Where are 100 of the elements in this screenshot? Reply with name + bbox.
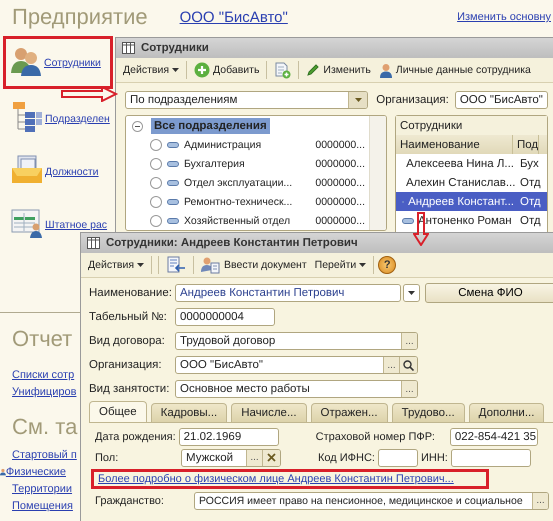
change-link[interactable]: Изменить основну (457, 11, 551, 23)
tab[interactable]: Дополни... (468, 403, 544, 422)
help-button[interactable]: ? (378, 256, 396, 274)
input-field[interactable] (378, 448, 418, 466)
tree-item[interactable]: Администрация (184, 139, 310, 152)
choose-button[interactable]: ... (383, 357, 399, 373)
tab[interactable]: Отражен... (310, 403, 388, 422)
scrollbar[interactable] (369, 116, 386, 230)
dropdown-button[interactable] (403, 284, 420, 302)
input-field[interactable]: Андреев Константин Петрович (175, 284, 402, 302)
caret-icon (137, 263, 144, 267)
spreadsheet-icon (11, 207, 43, 239)
input-field[interactable]: 21.02.1969 (178, 428, 279, 446)
clear-icon[interactable] (262, 450, 280, 466)
caret-icon (408, 291, 416, 295)
input-field[interactable]: РОССИЯ имеет право на пенсионное, медицинское и социальное ... (194, 492, 549, 510)
sidebar-link[interactable]: Физические (6, 466, 66, 478)
list-row[interactable]: Алексеева Нина Л... Бух (396, 154, 547, 173)
choose-button[interactable]: ... (401, 381, 417, 397)
menu-button[interactable]: Действия (120, 62, 182, 78)
caret-icon (359, 263, 366, 267)
sidebar-link[interactable]: Стартовый п (12, 448, 77, 460)
pencil-icon (306, 63, 320, 77)
radio-icon (150, 158, 162, 170)
input-field[interactable]: Основное место работы ... (175, 380, 418, 398)
list-title: Сотрудники (396, 116, 547, 135)
field-label: Вид занятости: (89, 383, 170, 395)
section-title: См. та (12, 414, 78, 440)
list-row[interactable]: Алехин Станислав... Отд (396, 173, 547, 192)
column-header[interactable]: Наименование (396, 135, 513, 154)
tab[interactable]: Общее (89, 401, 147, 422)
list-row[interactable]: Андреев Констант... Отд (396, 192, 547, 211)
toolbar-button[interactable]: Добавить (191, 60, 262, 80)
field-label: Код ИФНС: (318, 452, 375, 464)
table-cell: Алехин Станислав... (406, 176, 516, 188)
input-field[interactable]: Мужской ... (181, 448, 281, 466)
tree-code: 0000000... (315, 196, 365, 208)
menu-button[interactable]: Действия (85, 257, 148, 273)
rename-button[interactable]: Смена ФИО (424, 283, 553, 303)
element-icon (167, 161, 179, 168)
input-field[interactable]: ООО "БисАвто" (454, 91, 548, 109)
table-cell: Алексеева Нина Л... (406, 158, 514, 170)
sidebar-link[interactable]: Сотрудники (44, 56, 101, 68)
toolbar-button[interactable]: Ввести документ (198, 254, 310, 276)
document-plus-icon (274, 62, 292, 78)
app-title: Предприятие (12, 4, 148, 30)
organization-link[interactable]: ООО "БисАвто" (180, 8, 288, 26)
tree-item[interactable]: Ремонтно-техническ... (184, 196, 310, 208)
input-field[interactable]: Трудовой договор ... (175, 332, 418, 350)
radio-icon (150, 196, 162, 208)
sidebar-link[interactable]: Подразделен (45, 112, 110, 124)
sidebar-link[interactable]: Унифициров (12, 386, 76, 398)
tree-code: 0000000... (315, 214, 365, 227)
collapse-icon[interactable] (132, 120, 143, 132)
search-icon[interactable] (399, 357, 417, 373)
window-title: Сотрудники (141, 42, 209, 54)
table-icon (87, 237, 100, 249)
details-link[interactable]: Более подробно о физическом лице Андреев Константин Петрович... (98, 473, 454, 485)
table-cell: Бух (520, 158, 539, 170)
field-label: Организация: (376, 94, 449, 106)
sidebar-link[interactable]: Списки сотр (12, 368, 74, 380)
choose-button[interactable]: ... (532, 492, 548, 508)
table-cell: Отд (520, 176, 541, 188)
field-label: ИНН: (420, 452, 448, 464)
table-cell: Андреев Констант... (408, 196, 514, 208)
table-icon (122, 42, 135, 54)
radio-icon (150, 139, 162, 152)
element-icon (167, 198, 179, 205)
input-field[interactable]: 022-854-421 35 (450, 428, 538, 446)
field-label: Организация: (89, 359, 163, 371)
tree-code: 0000000... (315, 139, 365, 152)
tree-code: 0000000... (315, 158, 365, 170)
column-header[interactable]: Под (513, 135, 540, 154)
sidebar-link[interactable]: Штатное рас (45, 218, 108, 230)
tree-item[interactable]: Отдел эксплуатации... (184, 176, 310, 189)
view-dropdown[interactable]: По подразделениям (125, 91, 368, 109)
element-icon (167, 218, 179, 224)
card-tray-icon (11, 154, 43, 186)
sidebar-link[interactable]: Должности (45, 166, 99, 178)
input-field[interactable]: 0000000004 (175, 308, 275, 326)
menu-button[interactable]: Перейти (312, 257, 370, 273)
tree-item[interactable]: Все подразделения (151, 118, 270, 134)
tab[interactable]: Трудово... (392, 403, 465, 422)
toolbar-button[interactable]: Личные данные сотрудника (376, 60, 534, 80)
input-field[interactable] (450, 448, 531, 466)
input-field[interactable]: ООО "БисАвто" ... (175, 356, 418, 374)
choose-button[interactable]: ... (246, 450, 262, 466)
sidebar-link[interactable]: Территории (12, 482, 72, 494)
caret-icon (354, 98, 362, 102)
tree-item[interactable]: Бухгалтерия (184, 158, 310, 170)
tree-code: 0000000... (315, 176, 365, 189)
choose-button[interactable]: ... (401, 333, 417, 349)
tab[interactable]: Кадровы... (150, 403, 228, 422)
table-cell: Отд (520, 196, 541, 208)
tab[interactable]: Начисле... (231, 403, 307, 422)
caret-icon (172, 68, 180, 72)
element-icon (167, 142, 179, 148)
tree-item[interactable]: Хозяйственный отдел (184, 214, 310, 227)
toolbar-button[interactable]: Изменить (303, 61, 374, 79)
sidebar-link[interactable]: Помещения (12, 500, 73, 512)
